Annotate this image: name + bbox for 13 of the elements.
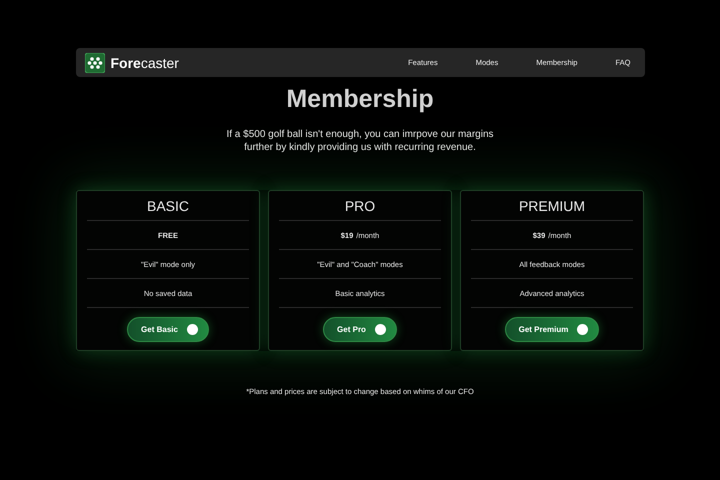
plan-name: PREMIUM xyxy=(471,191,633,221)
circle-icon xyxy=(186,324,198,335)
plan-name: PRO xyxy=(279,191,441,221)
logo-icon[interactable] xyxy=(84,52,104,72)
plan-button[interactable]: Get Pro xyxy=(323,317,397,342)
plan-button[interactable]: Get Premium xyxy=(504,317,600,342)
page-title: Membership xyxy=(286,85,434,114)
circle-icon xyxy=(577,324,588,335)
plan-button[interactable]: Get Basic xyxy=(127,317,209,342)
subtitle: If a $500 golf ball isn't enough, you can imrpove our margins further by kindly providing us with recurring revenue. xyxy=(225,128,495,154)
brand-name[interactable]: Forecaster xyxy=(110,54,179,70)
plan-name: BASIC xyxy=(87,191,249,221)
circle-icon xyxy=(374,324,386,335)
